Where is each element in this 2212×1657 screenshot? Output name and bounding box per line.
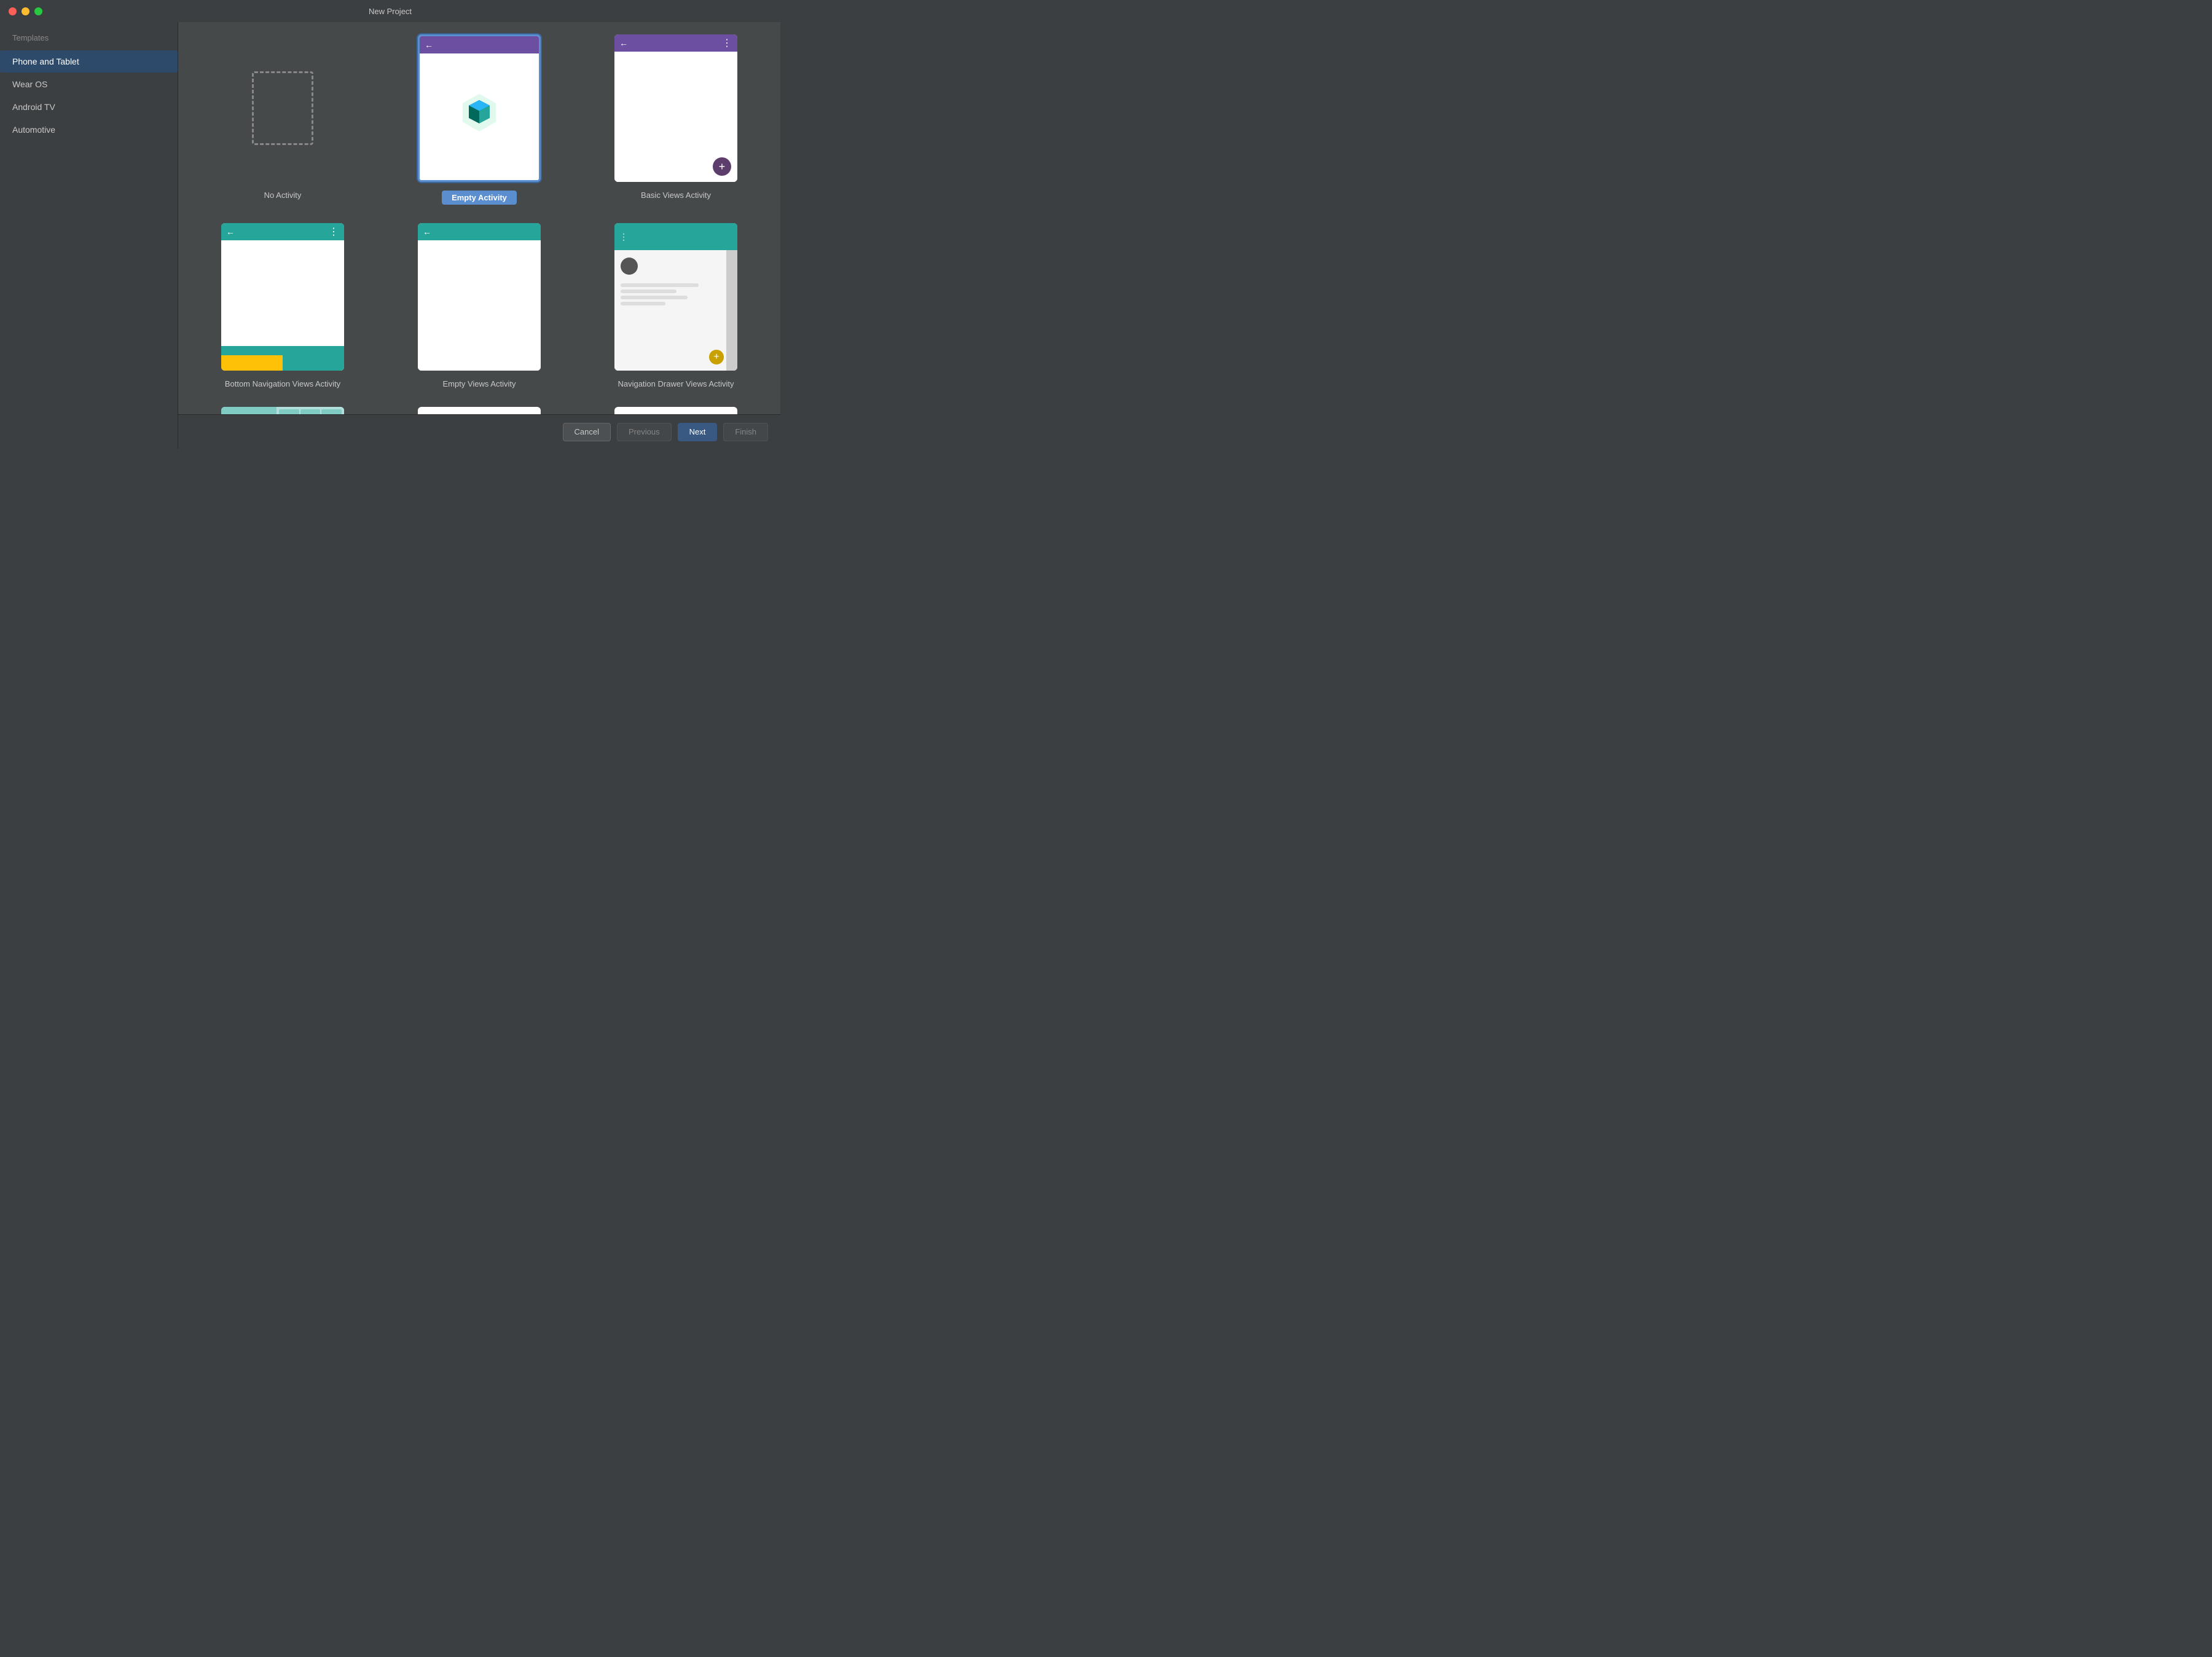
template-thumbnail-no-activity [221, 34, 344, 182]
menu-dots-icon-bottom-nav: ⋮ [329, 226, 339, 238]
template-thumbnail-responsive-views [221, 407, 344, 414]
sidebar: Templates Phone and Tablet Wear OS Andro… [0, 22, 178, 449]
template-label-nav-drawer: Navigation Drawer Views Activity [618, 379, 734, 388]
title-bar: New Project [0, 0, 780, 22]
template-item-native-cpp[interactable]: Native C++ [590, 407, 762, 414]
template-item-no-activity[interactable]: No Activity [197, 34, 369, 205]
template-label-no-activity: No Activity [264, 191, 302, 200]
back-arrow-icon-basic: ← [619, 38, 628, 48]
minimize-button[interactable] [22, 7, 29, 15]
bottom-bar: Cancel Previous Next Finish [178, 414, 780, 449]
back-arrow-icon-empty-views: ← [423, 227, 431, 237]
template-item-responsive-views[interactable]: Responsive Views Activity [197, 407, 369, 414]
template-thumbnail-bottom-nav: ← ⋮ [221, 223, 344, 371]
sidebar-item-wear-os[interactable]: Wear OS [0, 73, 178, 95]
phone-topbar-bottom-nav: ← ⋮ [221, 223, 344, 240]
window-controls [9, 7, 42, 15]
template-thumbnail-empty-views: ← [418, 223, 541, 371]
menu-dots-icon-basic: ⋮ [722, 37, 732, 49]
back-arrow-icon: ← [425, 40, 433, 50]
sidebar-item-automotive[interactable]: Automotive [0, 119, 178, 141]
template-item-basic-views[interactable]: ← ⋮ + Basic Views Activity [590, 34, 762, 205]
drawer-topbar: ⋮ [614, 223, 737, 250]
drawer-fab-icon: + [709, 350, 724, 364]
template-label-bottom-nav: Bottom Navigation Views Activity [225, 379, 340, 388]
close-button[interactable] [9, 7, 17, 15]
bottom-nav-bar [221, 346, 344, 371]
template-thumbnail-nav-drawer: ⋮ + [614, 223, 737, 371]
template-item-empty-activity[interactable]: ← [393, 34, 565, 205]
sidebar-item-android-tv[interactable]: Android TV [0, 96, 178, 118]
phone-topbar-empty: ← [420, 36, 539, 53]
previous-button[interactable]: Previous [617, 423, 672, 441]
content-area: No Activity ← [178, 22, 780, 449]
dashed-rect-icon [252, 71, 313, 145]
next-button[interactable]: Next [678, 423, 718, 441]
sidebar-header: Templates [0, 28, 178, 50]
main-content: Templates Phone and Tablet Wear OS Andro… [0, 22, 780, 449]
template-item-game-activity[interactable]: Game Activity [393, 407, 565, 414]
template-label-basic-views: Basic Views Activity [641, 191, 711, 200]
drawer-circle [621, 258, 638, 275]
maximize-button[interactable] [34, 7, 42, 15]
android-logo-icon [458, 92, 500, 133]
template-label-empty-views: Empty Views Activity [443, 379, 516, 388]
template-thumbnail-native-cpp [614, 407, 737, 414]
back-arrow-icon-bottom-nav: ← [226, 227, 235, 237]
finish-button[interactable]: Finish [723, 423, 768, 441]
drawer-side-panel [726, 250, 737, 371]
fab-icon-basic: + [713, 157, 731, 176]
template-grid: No Activity ← [178, 22, 780, 414]
phone-topbar-basic: ← ⋮ [614, 34, 737, 52]
phone-topbar-empty-views: ← [418, 223, 541, 240]
template-item-bottom-nav[interactable]: ← ⋮ Bottom Navigation Views Activity [197, 223, 369, 388]
template-thumbnail-empty-activity: ← [418, 34, 541, 182]
cancel-button[interactable]: Cancel [563, 423, 611, 441]
template-label-empty-activity: Empty Activity [442, 191, 517, 205]
sidebar-item-phone-tablet[interactable]: Phone and Tablet [0, 50, 178, 73]
template-item-empty-views[interactable]: ← Empty Views Activity [393, 223, 565, 388]
template-item-nav-drawer[interactable]: ⋮ + [590, 223, 762, 388]
template-thumbnail-game-activity [418, 407, 541, 414]
window-title: New Project [369, 7, 412, 16]
template-thumbnail-basic-views: ← ⋮ + [614, 34, 737, 182]
drawer-menu-icon: ⋮ [619, 232, 628, 242]
